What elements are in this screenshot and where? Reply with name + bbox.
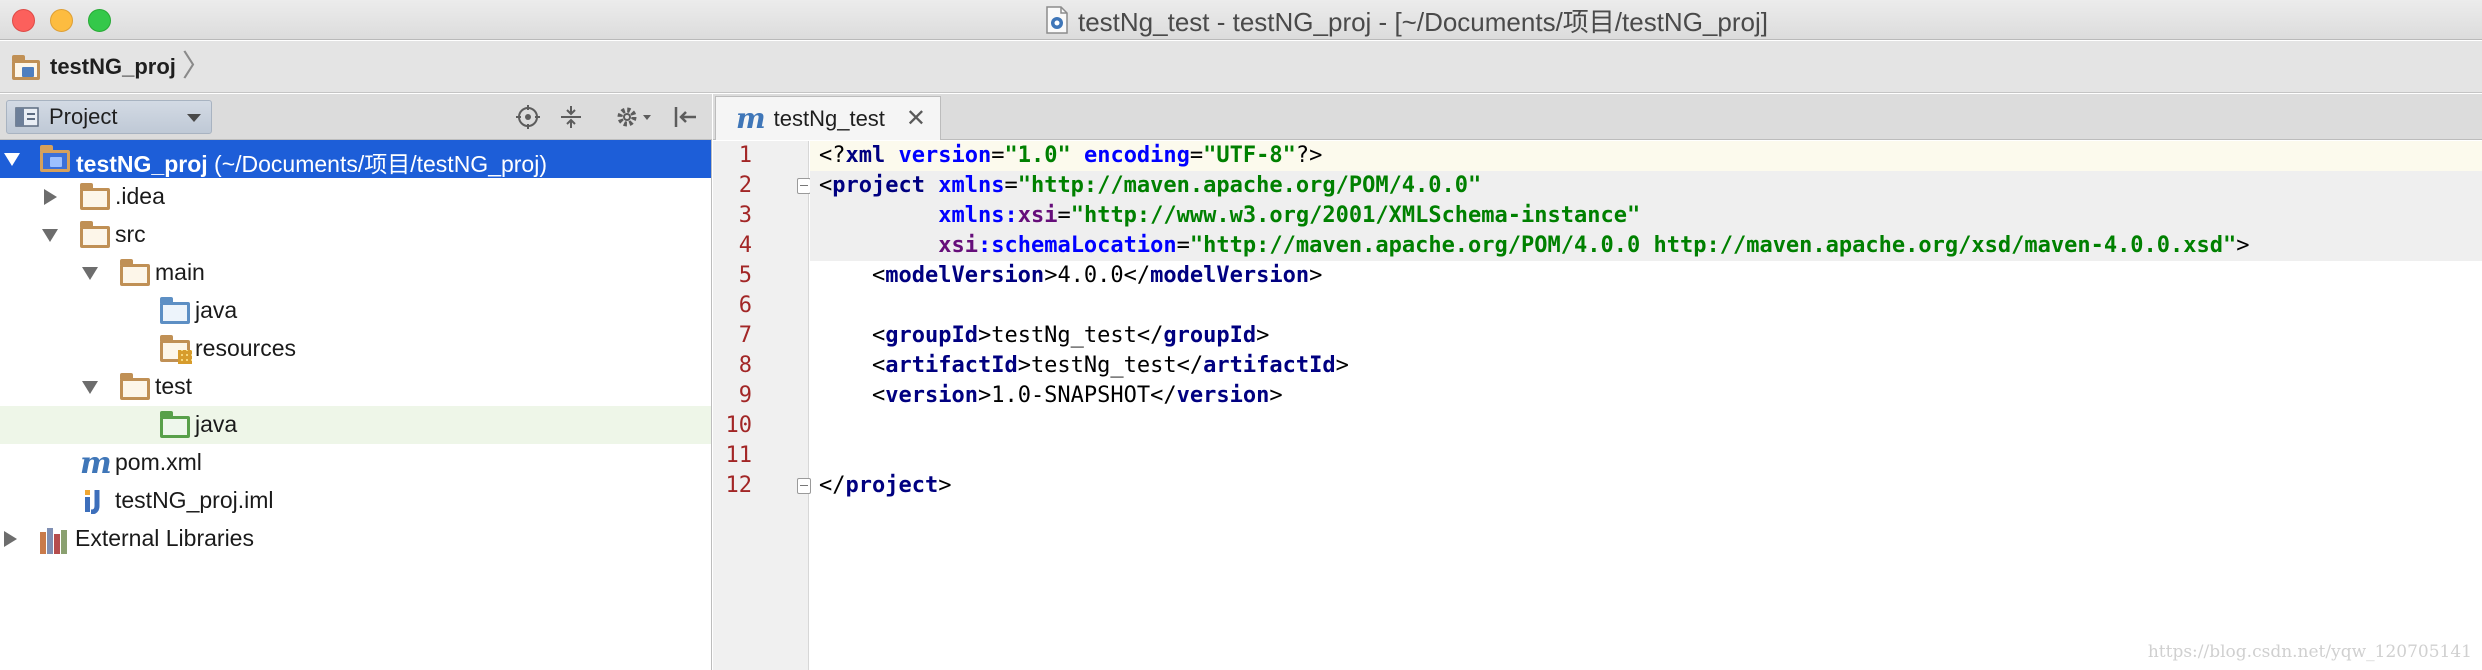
document-icon [1046, 6, 1068, 34]
tree-item-external-libraries[interactable]: External Libraries [0, 520, 711, 558]
line-number: 1 [738, 143, 752, 168]
project-view-selector[interactable]: Project [6, 100, 212, 134]
tab-pom[interactable]: m testNg_test ✕ [715, 96, 941, 140]
navigation-bar: testNG_proj 〉 [0, 41, 2482, 93]
tree-item-resources[interactable]: resources [0, 330, 711, 368]
code-line-4: xsi:schemaLocation="http://maven.apache.… [810, 231, 2482, 261]
line-number: 6 [738, 293, 752, 318]
close-icon[interactable] [12, 9, 35, 32]
window-title-group: testNg_test - testNG_proj - [~/Documents… [1046, 5, 1768, 37]
tree-item-label: pom.xml [115, 449, 202, 475]
window-title: testNg_test - testNG_proj - [~/Documents… [1078, 6, 1768, 37]
tree-item-idea[interactable]: .idea [0, 178, 711, 216]
editor-area: m testNg_test ✕ 1 2 3 4 5 6 7 8 9 10 11 … [713, 94, 2482, 670]
code-line-7: <groupId>testNg_test</groupId> [871, 323, 1270, 348]
fold-marker-icon[interactable] [797, 178, 811, 194]
locate-icon[interactable] [515, 104, 541, 130]
line-number: 9 [738, 383, 752, 408]
maven-icon: m [80, 446, 112, 481]
gear-icon[interactable] [615, 104, 655, 130]
expand-arrow-icon[interactable] [42, 229, 58, 242]
line-number: 10 [725, 413, 753, 438]
tree-item-main[interactable]: main [0, 254, 711, 292]
code-line-3: xmlns:xsi="http://www.w3.org/2001/XMLSch… [810, 201, 2482, 231]
project-tool-window: Project testNG_proj (~/Documents/项目/test… [0, 94, 712, 670]
line-number: 2 [738, 173, 752, 198]
tree-item-label: java [195, 411, 238, 437]
expand-arrow-icon[interactable] [44, 189, 57, 205]
project-panel-header: Project [0, 94, 712, 140]
project-folder-icon [40, 145, 70, 172]
folder-icon [120, 373, 150, 400]
line-number: 4 [738, 233, 752, 258]
code-line-8: <artifactId>testNg_test</artifactId> [871, 353, 1349, 378]
minimize-icon[interactable] [50, 9, 73, 32]
tree-item-pom[interactable]: m pom.xml [0, 444, 711, 482]
tree-item-label: resources [195, 335, 296, 361]
folder-icon [120, 259, 150, 286]
tree-item-label: testNG_proj.iml [115, 487, 274, 513]
editor-tab-bar: m testNg_test ✕ [713, 94, 2482, 140]
expand-arrow-icon[interactable] [82, 381, 98, 394]
tab-label: testNg_test [773, 105, 885, 131]
expand-arrow-icon[interactable] [82, 267, 98, 280]
line-number: 8 [738, 353, 752, 378]
project-view-icon [15, 107, 39, 127]
line-number: 7 [738, 323, 752, 348]
line-number: 11 [725, 443, 753, 468]
resources-folder-icon [160, 335, 192, 364]
source-folder-icon [160, 297, 190, 324]
tree-item-test-java[interactable]: java [0, 406, 711, 444]
tree-item-label: testNG_proj (~/Documents/项目/testNG_proj) [76, 151, 547, 177]
expand-arrow-icon[interactable] [4, 531, 17, 547]
module-file-icon [80, 488, 110, 514]
tree-item-label: src [115, 221, 146, 247]
line-number: 3 [738, 203, 752, 228]
tree-item-src[interactable]: src [0, 216, 711, 254]
watermark: https://blog.csdn.net/yqw_120705141 [2147, 642, 2472, 662]
project-folder-icon [12, 54, 42, 80]
line-number: 12 [725, 473, 753, 498]
tree-item-test[interactable]: test [0, 368, 711, 406]
editor-gutter: 1 2 3 4 5 6 7 8 9 10 11 12 [713, 141, 811, 670]
code-line-2: <project xmlns="http://maven.apache.org/… [810, 171, 2482, 201]
test-folder-icon [160, 411, 190, 438]
expand-arrow-icon[interactable] [4, 153, 20, 166]
close-tab-icon[interactable]: ✕ [906, 104, 926, 133]
collapse-all-icon[interactable] [558, 104, 584, 130]
maven-icon: m [736, 102, 766, 135]
tree-item-iml[interactable]: testNG_proj.iml [0, 482, 711, 520]
code-line-1: <?xml version="1.0" encoding="UTF-8"?> [810, 141, 2482, 171]
code-line-5: <modelVersion>4.0.0</modelVersion> [871, 263, 1323, 288]
tree-item-label: test [155, 373, 193, 399]
project-view-label: Project [49, 104, 118, 129]
tree-item-label: main [155, 259, 205, 285]
code-line-9: <version>1.0-SNAPSHOT</version> [871, 383, 1283, 408]
breadcrumb-chevron-icon: 〉 [181, 49, 212, 83]
folder-icon [80, 221, 110, 248]
tree-item-main-java[interactable]: java [0, 292, 711, 330]
chevron-down-icon [187, 114, 201, 122]
tree-item-project-root[interactable]: testNG_proj (~/Documents/项目/testNG_proj) [0, 140, 711, 178]
maximize-icon[interactable] [88, 9, 111, 32]
tree-item-label: External Libraries [75, 525, 254, 551]
line-number: 5 [738, 263, 752, 288]
tree-item-label: .idea [115, 183, 165, 209]
folder-icon [80, 183, 110, 210]
library-icon [40, 526, 70, 554]
fold-marker-icon[interactable] [797, 478, 811, 494]
title-bar: testNg_test - testNG_proj - [~/Documents… [0, 0, 2482, 40]
breadcrumb-project[interactable]: testNG_proj [50, 54, 176, 80]
hide-panel-icon[interactable] [672, 104, 698, 130]
code-line-12: </project> [819, 473, 952, 498]
tree-item-label: java [195, 297, 238, 323]
